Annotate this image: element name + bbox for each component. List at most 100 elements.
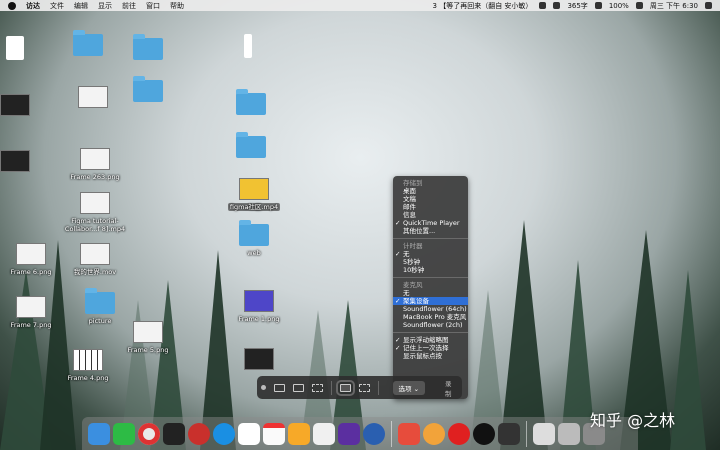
record-selection-icon[interactable] <box>358 383 370 392</box>
menu-item-floating-thumbnail[interactable]: ✓ 显示浮动缩略图 <box>393 336 468 344</box>
menu-go[interactable]: 前往 <box>122 1 136 11</box>
checkmark-icon: ✓ <box>395 344 401 352</box>
menu-item-soundflower-64ch[interactable]: Soundflower (64ch) <box>393 305 468 313</box>
downloads-icon[interactable] <box>558 422 580 445</box>
watermark: 知乎 @之林 <box>590 411 676 430</box>
sketch-icon[interactable] <box>288 422 310 445</box>
finder-icon[interactable] <box>88 422 110 445</box>
toolbar-divider <box>330 380 332 395</box>
menu-item-mail[interactable]: 邮件 <box>393 203 468 211</box>
menu-item-mic-none[interactable]: 无 <box>393 289 468 297</box>
menu-item-timer-10s[interactable]: 10秒钟 <box>393 266 468 274</box>
desktop-folder-web[interactable]: web <box>221 220 287 257</box>
menu-item-documents[interactable]: 文稿 <box>393 195 468 203</box>
menu-file[interactable]: 文件 <box>50 1 64 11</box>
checkmark-icon: ✓ <box>395 250 401 258</box>
desktop-folder[interactable] <box>115 34 181 60</box>
record-screen-icon[interactable] <box>335 379 355 396</box>
desktop-folder[interactable] <box>55 30 121 56</box>
checkmark-icon: ✓ <box>395 336 401 344</box>
notion-icon[interactable] <box>238 422 260 445</box>
menu-section-save: 存储到 <box>403 179 423 187</box>
menu-item-timer-none[interactable]: ✓ 无 <box>393 250 468 258</box>
app-icon[interactable] <box>398 422 420 445</box>
toolbar-divider <box>377 380 379 395</box>
menu-separator <box>393 238 468 239</box>
capture-options-menu: 存储到 桌面 文稿 邮件 信息 ✓ QuickTime Player 其他位置..… <box>393 176 468 399</box>
menu-view[interactable]: 显示 <box>98 1 112 11</box>
options-button[interactable]: 选项 ⌄ <box>392 380 426 395</box>
menu-item-timer-5s[interactable]: 5秒钟 <box>393 258 468 266</box>
menu-item-soundflower-2ch[interactable]: Soundflower (2ch) <box>393 321 468 329</box>
menu-item-quicktime[interactable]: ✓ QuickTime Player <box>393 219 468 227</box>
record-button[interactable]: 录制 <box>445 378 458 398</box>
menu-separator <box>393 277 468 278</box>
menu-item-macbook-mic[interactable]: MacBook Pro 麦克风 <box>393 313 468 321</box>
netease-music-icon[interactable] <box>448 422 470 445</box>
menu-separator <box>393 332 468 333</box>
menu-edit[interactable]: 编辑 <box>74 1 88 11</box>
desktop-file-icon[interactable] <box>0 36 48 60</box>
battery-icon[interactable] <box>635 2 643 9</box>
wechat-icon[interactable] <box>113 422 135 445</box>
menu-window[interactable]: 窗口 <box>146 1 160 11</box>
apple-icon[interactable] <box>8 1 16 10</box>
battery-percent: 100% <box>608 1 629 10</box>
desktop-folder[interactable] <box>218 89 284 115</box>
close-icon[interactable] <box>261 385 266 390</box>
desktop-file-frame6[interactable]: Frame 6.png <box>0 243 64 276</box>
desktop-file-frame1[interactable]: Frame 1.png <box>226 290 292 323</box>
menu-section-timer: 计时器 <box>403 242 423 250</box>
desktop-file-icon[interactable] <box>226 348 292 370</box>
dock <box>82 417 638 450</box>
desktop-folder[interactable] <box>218 132 284 158</box>
textedit-icon[interactable] <box>313 422 335 445</box>
capture-screen-icon[interactable] <box>273 383 285 392</box>
menu-item-show-clicks[interactable]: 显示鼠标点按 <box>393 352 468 360</box>
dock-divider <box>391 420 392 447</box>
app-icon[interactable] <box>423 422 445 445</box>
menu-item-remember-last[interactable]: ✓ 记住上一次选择 <box>393 344 468 352</box>
desktop-file-frame4[interactable]: Frame 4.png <box>55 349 121 382</box>
desktop-file-frame5[interactable]: Frame 5.png <box>115 321 181 354</box>
piano-app-icon[interactable] <box>498 422 520 445</box>
safari-icon[interactable] <box>213 422 235 445</box>
dock-divider <box>526 420 527 447</box>
qq-icon[interactable] <box>473 422 495 445</box>
wifi-icon[interactable] <box>594 2 602 9</box>
browser-icon[interactable] <box>363 422 385 445</box>
clock[interactable]: 周三 下午 6:30 <box>650 1 698 11</box>
menu-item-other-location[interactable]: 其他位置... <box>393 227 468 235</box>
document-icon[interactable] <box>533 422 555 445</box>
capture-selection-icon[interactable] <box>311 383 323 392</box>
desktop-file-icon[interactable] <box>215 34 281 58</box>
calendar-icon[interactable] <box>263 422 285 445</box>
desktop-file-frame7[interactable]: Frame 7.png <box>0 296 64 329</box>
menu-app-name[interactable]: 访达 <box>26 1 40 11</box>
desktop-file-icon[interactable] <box>60 86 126 108</box>
menu-item-messages[interactable]: 信息 <box>393 211 468 219</box>
menu-item-desktop[interactable]: 桌面 <box>393 187 468 195</box>
figma-icon[interactable] <box>163 422 185 445</box>
now-playing-text[interactable]: 3 【等了再回来（翻自 安小敏） <box>433 1 533 11</box>
bird-app-icon[interactable] <box>188 422 210 445</box>
menu-bar: 访达 文件 编辑 显示 前往 窗口 帮助 3 【等了再回来（翻自 安小敏） 36… <box>0 0 720 11</box>
desktop-folder-picture[interactable]: picture <box>67 288 133 325</box>
play-icon[interactable] <box>539 2 547 9</box>
checkmark-icon: ✓ <box>395 297 401 305</box>
input-speed: 365字 <box>567 1 588 10</box>
menu-section-mic: 麦克风 <box>403 281 423 289</box>
menu-item-aggregate-device[interactable]: ✓ 聚集设备 <box>393 297 468 305</box>
desktop-file-minecraft-mov[interactable]: 我的世界.mov <box>62 243 128 276</box>
desktop-file-icon[interactable] <box>0 94 48 116</box>
search-icon[interactable] <box>705 2 712 9</box>
desktop-file-figma-tutorial[interactable]: Figma tutorial- Collabor...f 8].mp4 <box>62 192 128 233</box>
wechat-icon[interactable] <box>553 2 561 9</box>
chrome-icon[interactable] <box>138 422 160 445</box>
desktop-file-frame263[interactable]: Frame 263.png <box>62 148 128 181</box>
menu-help[interactable]: 帮助 <box>170 1 184 11</box>
desktop-file-figma-community[interactable]: figma社区.mp4 <box>221 178 287 211</box>
capture-window-icon[interactable] <box>292 383 304 392</box>
desktop-file-icon[interactable] <box>0 150 48 172</box>
final-cut-icon[interactable] <box>338 422 360 445</box>
